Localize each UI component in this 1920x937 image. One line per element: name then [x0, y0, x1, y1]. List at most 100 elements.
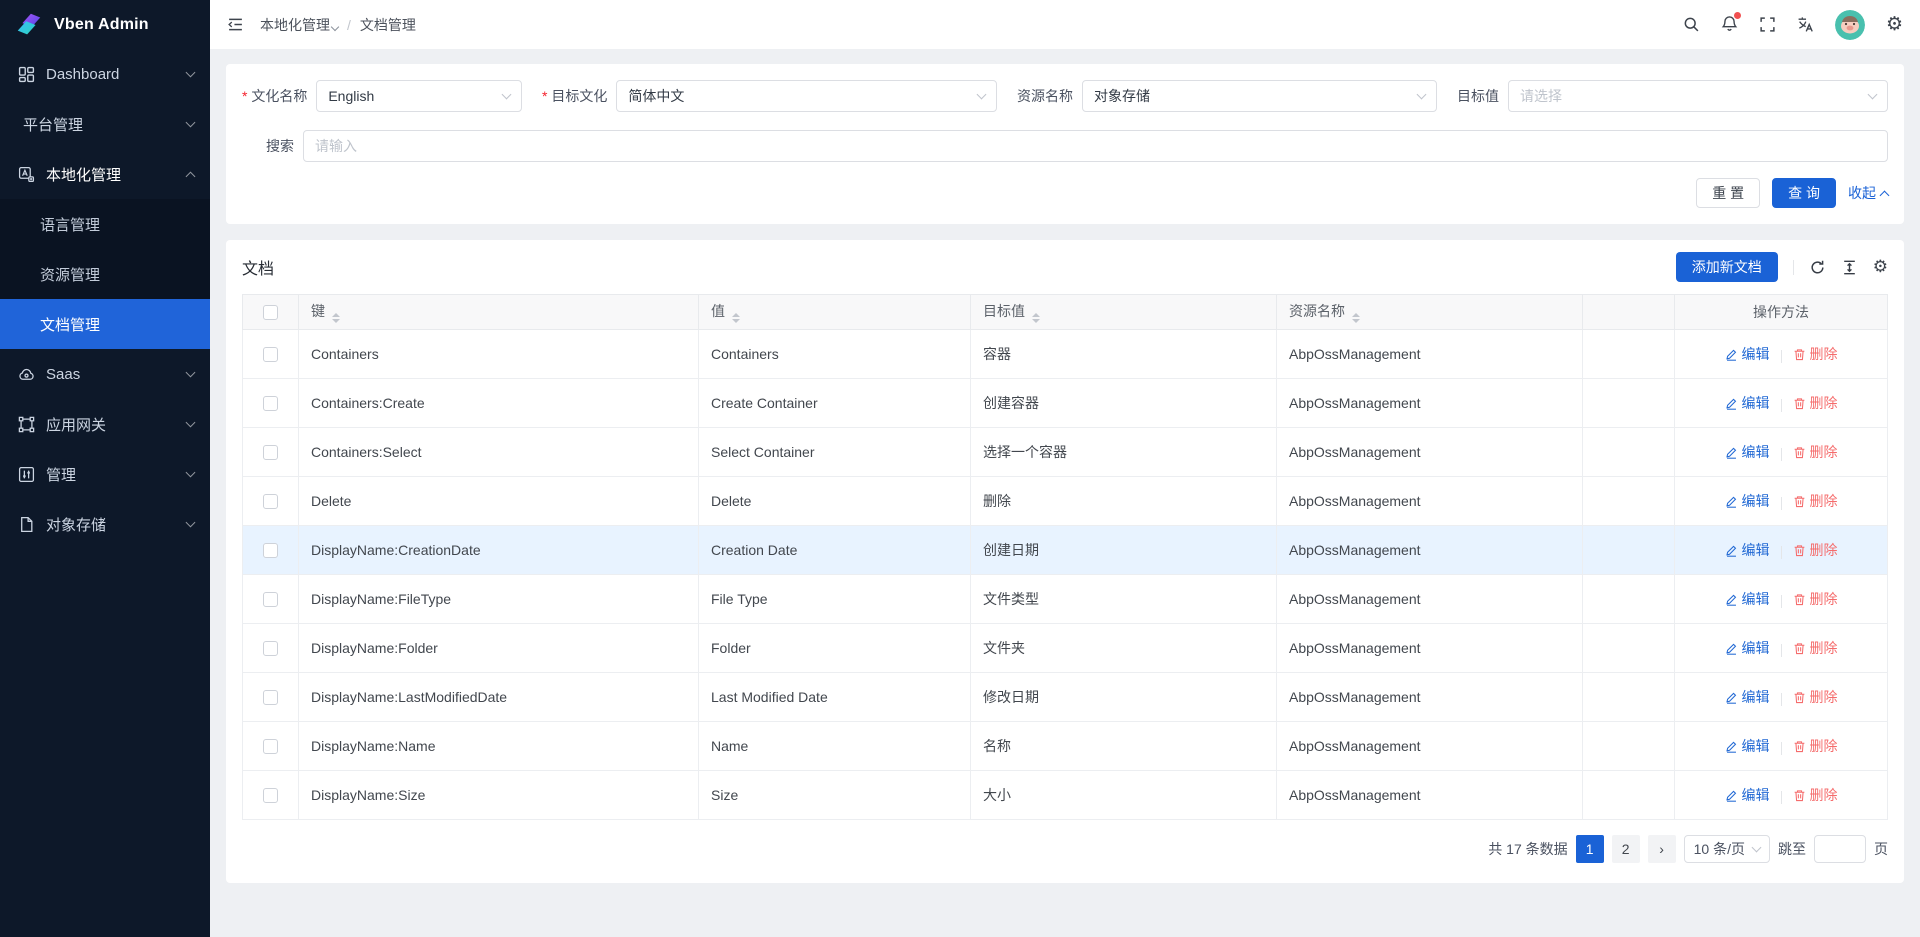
delete-link[interactable]: 删除 — [1793, 589, 1838, 609]
page-size-select[interactable]: 10 条/页 — [1684, 835, 1770, 863]
filter-panel: 文化名称 English 目标文化 简体中文 资源名称 — [226, 64, 1904, 224]
collapse-link[interactable]: 收起 — [1848, 183, 1888, 203]
table-settings-icon[interactable]: ⚙ — [1873, 259, 1888, 276]
row-height-icon[interactable] — [1841, 259, 1858, 276]
edit-link[interactable]: 编辑 — [1725, 638, 1770, 658]
row-checkbox[interactable] — [263, 445, 278, 460]
row-checkbox[interactable] — [263, 739, 278, 754]
row-checkbox[interactable] — [263, 396, 278, 411]
delete-link[interactable]: 删除 — [1793, 491, 1838, 511]
cell-target: 修改日期 — [971, 673, 1277, 722]
sidebar-item-label: 应用网关 — [46, 414, 176, 435]
target-culture-select[interactable]: 简体中文 — [616, 80, 997, 112]
edit-link[interactable]: 编辑 — [1725, 344, 1770, 364]
sort-icon[interactable] — [1032, 313, 1040, 323]
cell-actions: 编辑 删除 — [1675, 526, 1888, 575]
sidebar-item-language-mgmt[interactable]: 语言管理 — [0, 199, 210, 249]
cell-value: Select Container — [699, 428, 971, 477]
sliders-icon — [18, 466, 35, 483]
delete-link[interactable]: 删除 — [1793, 736, 1838, 756]
culture-name-select[interactable]: English — [316, 80, 522, 112]
sidebar-item-dashboard[interactable]: Dashboard — [0, 49, 210, 99]
jump-page-input[interactable] — [1814, 835, 1866, 863]
cell-actions: 编辑 删除 — [1675, 771, 1888, 820]
page-button-1[interactable]: 1 — [1576, 835, 1604, 863]
sidebar-item-gateway[interactable]: 应用网关 — [0, 399, 210, 449]
trash-icon — [1793, 397, 1806, 410]
sidebar-item-label: 管理 — [46, 464, 176, 485]
sort-icon[interactable] — [732, 313, 740, 323]
cell-key: Delete — [299, 477, 699, 526]
cell-actions: 编辑 删除 — [1675, 330, 1888, 379]
search-input[interactable] — [303, 130, 1888, 162]
edit-link[interactable]: 编辑 — [1725, 442, 1770, 462]
menu-fold-icon[interactable] — [227, 16, 244, 33]
sidebar-subitem-label: 资源管理 — [40, 264, 100, 285]
row-checkbox[interactable] — [263, 592, 278, 607]
action-divider — [1781, 742, 1782, 755]
row-checkbox[interactable] — [263, 494, 278, 509]
delete-link[interactable]: 删除 — [1793, 687, 1838, 707]
delete-link[interactable]: 删除 — [1793, 344, 1838, 364]
edit-link[interactable]: 编辑 — [1725, 540, 1770, 560]
pencil-icon — [1725, 446, 1738, 459]
sidebar-item-admin[interactable]: 管理 — [0, 449, 210, 499]
delete-link[interactable]: 删除 — [1793, 638, 1838, 658]
gateway-icon — [18, 416, 35, 433]
cell-target: 创建日期 — [971, 526, 1277, 575]
select-all-checkbox[interactable] — [263, 305, 278, 320]
row-checkbox[interactable] — [263, 690, 278, 705]
sidebar-item-label: Dashboard — [46, 66, 176, 83]
avatar-image — [1835, 10, 1865, 40]
edit-link[interactable]: 编辑 — [1725, 491, 1770, 511]
notification-button[interactable] — [1721, 15, 1738, 35]
translate-icon[interactable] — [1797, 16, 1814, 33]
next-page-button[interactable]: › — [1648, 835, 1676, 863]
chevron-down-icon — [186, 68, 196, 78]
delete-link[interactable]: 删除 — [1793, 785, 1838, 805]
edit-link[interactable]: 编辑 — [1725, 785, 1770, 805]
edit-link[interactable]: 编辑 — [1725, 393, 1770, 413]
sort-icon[interactable] — [332, 313, 340, 323]
toolbar-divider — [1793, 260, 1794, 275]
edit-link[interactable]: 编辑 — [1725, 589, 1770, 609]
search-icon[interactable] — [1683, 16, 1700, 33]
page-button-2[interactable]: 2 — [1612, 835, 1640, 863]
row-checkbox[interactable] — [263, 641, 278, 656]
settings-gear-icon[interactable]: ⚙ — [1886, 15, 1903, 34]
cell-key: Containers:Select — [299, 428, 699, 477]
chevron-down-icon — [186, 468, 196, 478]
total-count: 共 17 条数据 — [1488, 839, 1567, 859]
breadcrumb-item-parent[interactable]: 本地化管理 — [260, 15, 338, 35]
reset-button[interactable]: 重 置 — [1696, 178, 1760, 208]
delete-link[interactable]: 删除 — [1793, 393, 1838, 413]
sidebar-item-document-mgmt[interactable]: 文档管理 — [0, 299, 210, 349]
edit-link[interactable]: 编辑 — [1725, 687, 1770, 707]
fullscreen-icon[interactable] — [1759, 16, 1776, 33]
row-checkbox[interactable] — [263, 543, 278, 558]
chevron-down-icon — [502, 89, 512, 99]
refresh-icon[interactable] — [1809, 259, 1826, 276]
chevron-down-icon — [1752, 842, 1762, 852]
logo[interactable]: Vben Admin — [0, 0, 210, 49]
target-value-select[interactable]: 请选择 — [1508, 80, 1888, 112]
action-divider — [1781, 595, 1782, 608]
resource-name-select[interactable]: 对象存储 — [1082, 80, 1437, 112]
cell-resource: AbpOssManagement — [1277, 428, 1583, 477]
query-button[interactable]: 查 询 — [1772, 178, 1836, 208]
sidebar-item-saas[interactable]: Saas — [0, 349, 210, 399]
add-document-button[interactable]: 添加新文档 — [1676, 252, 1778, 282]
sidebar-item-resource-mgmt[interactable]: 资源管理 — [0, 249, 210, 299]
sort-icon[interactable] — [1352, 313, 1360, 323]
avatar[interactable] — [1835, 10, 1865, 40]
delete-link[interactable]: 删除 — [1793, 540, 1838, 560]
select-placeholder: 请选择 — [1520, 86, 1562, 106]
row-checkbox[interactable] — [263, 347, 278, 362]
sidebar-item-localization[interactable]: 本地化管理 — [0, 149, 210, 199]
sidebar-item-platform[interactable]: 平台管理 — [0, 99, 210, 149]
row-checkbox[interactable] — [263, 788, 278, 803]
chevron-down-icon — [1417, 89, 1427, 99]
delete-link[interactable]: 删除 — [1793, 442, 1838, 462]
sidebar-item-object-storage[interactable]: 对象存储 — [0, 499, 210, 549]
edit-link[interactable]: 编辑 — [1725, 736, 1770, 756]
